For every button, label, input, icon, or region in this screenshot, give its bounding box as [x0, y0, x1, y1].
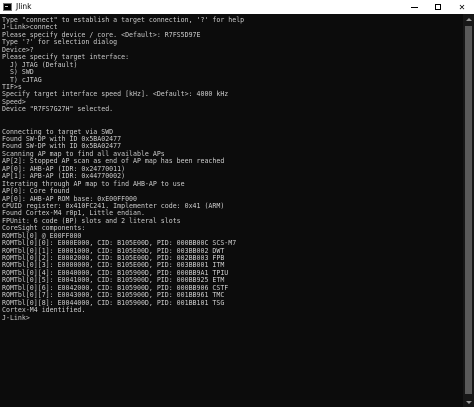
console-app-icon [3, 3, 12, 11]
vertical-scrollbar[interactable] [463, 14, 474, 407]
close-icon: ✕ [458, 2, 466, 12]
window-title: Jlink [16, 2, 32, 11]
minimize-icon [410, 6, 418, 8]
console-line: Iterating through AP map to find AHB-AP … [2, 179, 185, 188]
scroll-up-button[interactable] [463, 14, 474, 24]
console-output[interactable]: Type "connect" to establish a target con… [0, 14, 463, 407]
scrollbar-thumb[interactable] [465, 26, 472, 394]
console-line: J) JTAG (Default) [2, 60, 78, 69]
console-line: Type "connect" to establish a target con… [2, 16, 245, 24]
title-bar[interactable]: Jlink ✕ [0, 0, 474, 14]
jlink-console-window: Jlink ✕ Type "connect" to establish a ta… [0, 0, 474, 407]
console-line: Device "R7FS7G27H" selected. [2, 105, 114, 114]
close-button[interactable]: ✕ [450, 0, 474, 14]
maximize-button[interactable] [426, 0, 450, 14]
scroll-down-button[interactable] [463, 397, 474, 407]
arrow-down-icon [465, 400, 472, 404]
console-line: S) SWD [2, 68, 34, 77]
console-line: Type '?' for selection dialog [2, 38, 118, 47]
window-controls: ✕ [402, 0, 474, 14]
console-line: J-Link> [2, 313, 30, 322]
console-line: Specify target interface speed [kHz]. <D… [2, 90, 229, 99]
console-line: T) cJTAG [2, 75, 42, 84]
maximize-icon [435, 4, 441, 10]
arrow-up-icon [465, 17, 472, 21]
console-line: Cortex-M4 identified. [2, 306, 86, 315]
minimize-button[interactable] [402, 0, 426, 14]
